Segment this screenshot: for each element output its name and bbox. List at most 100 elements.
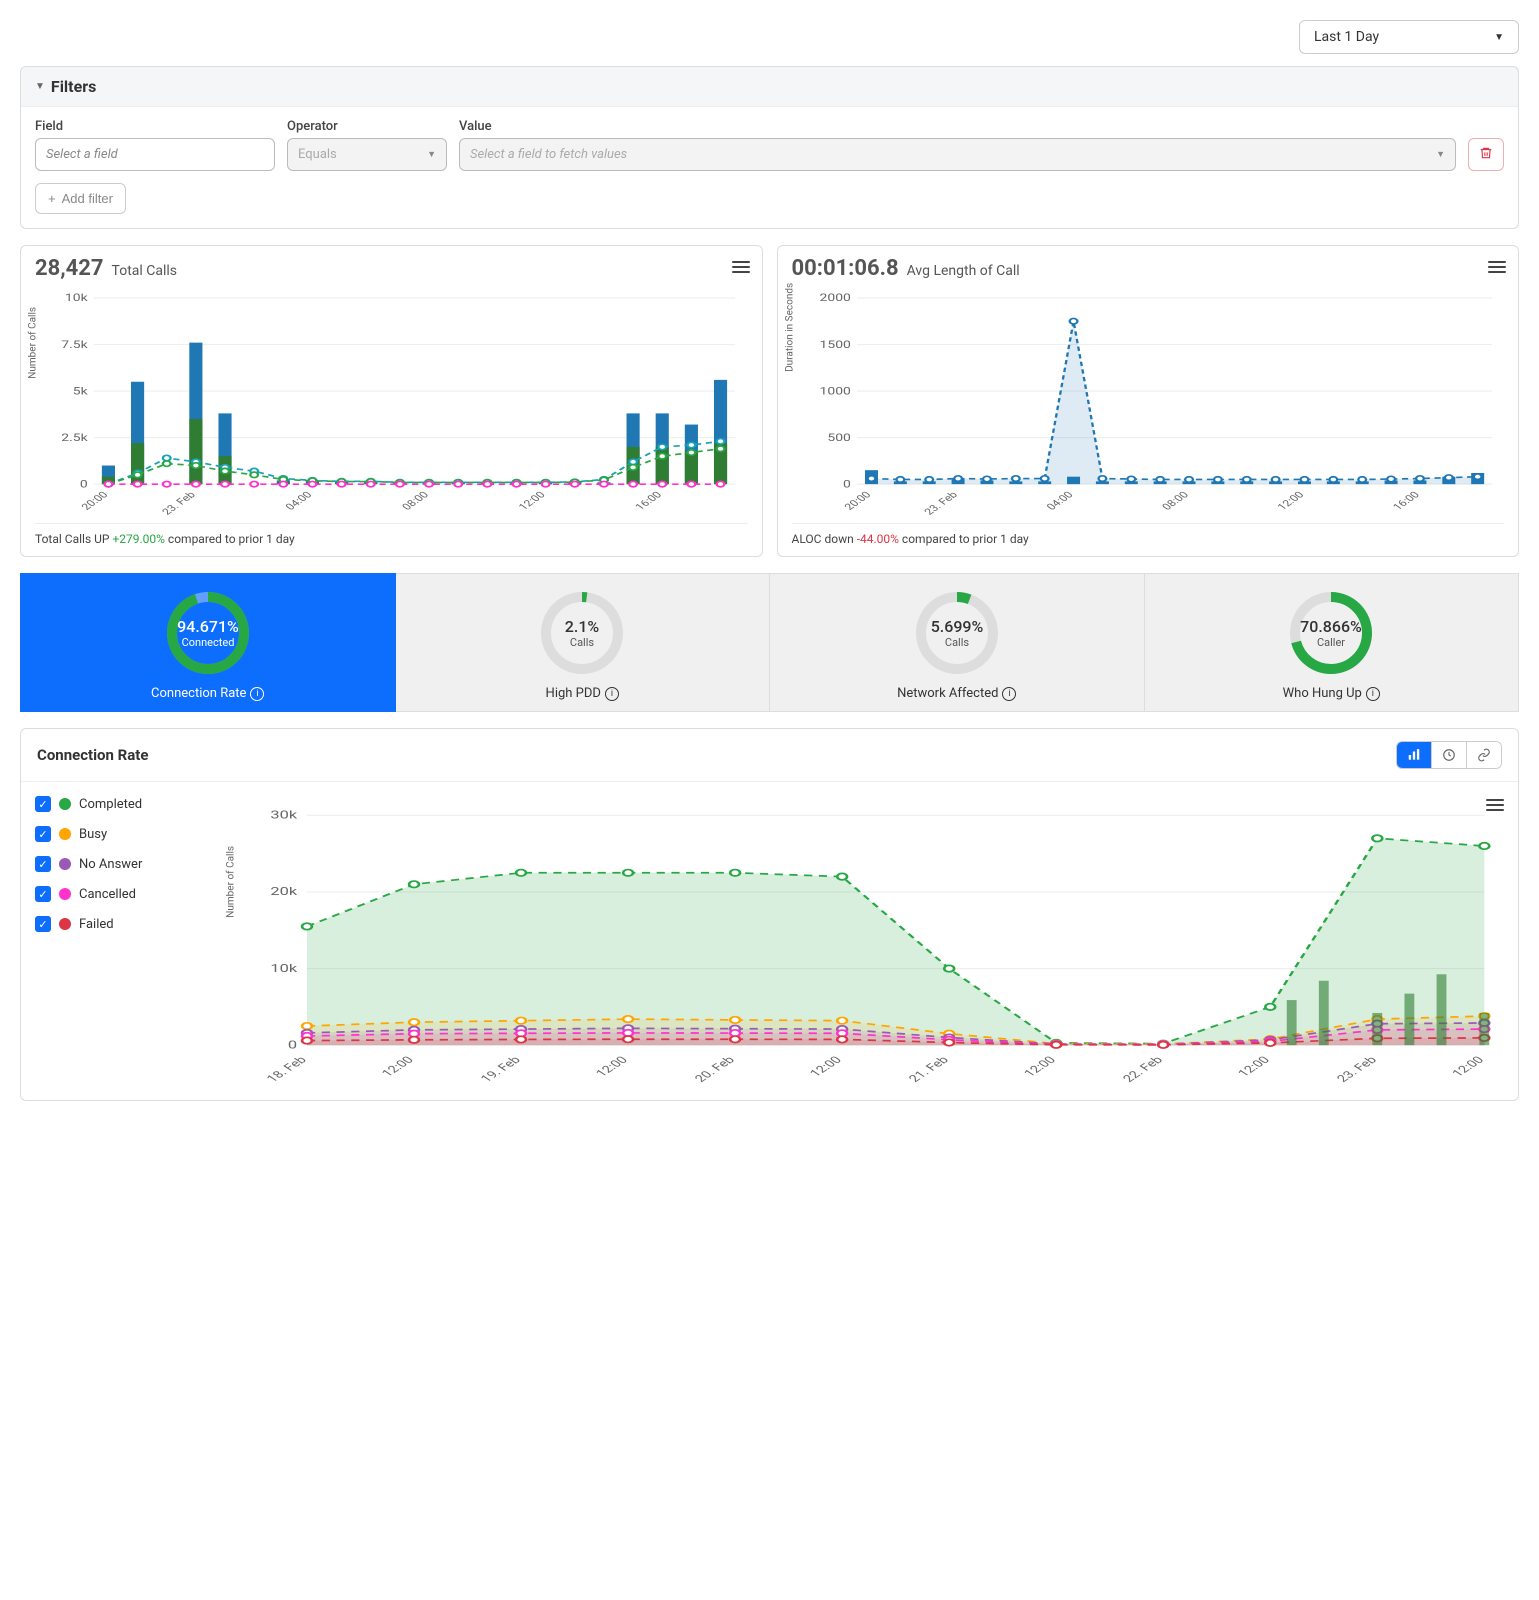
total-calls-card: 28,427 Total Calls Number of Calls 0 2.5k… (20, 245, 763, 557)
kpi-title: Connection Ratei (151, 686, 264, 701)
view-toggle (1396, 741, 1502, 769)
svg-text:Connected: Connected (181, 636, 234, 649)
svg-text:12:00: 12:00 (807, 1054, 846, 1079)
svg-text:Calls: Calls (945, 636, 969, 649)
color-dot-icon (59, 918, 71, 930)
svg-text:19. Feb: 19. Feb (478, 1054, 525, 1085)
detail-panel: Connection Rate ✓Completed ✓Busy ✓No Answe… (20, 728, 1519, 1101)
bar-chart-icon (1407, 748, 1421, 762)
color-dot-icon (59, 888, 71, 900)
svg-text:16:00: 16:00 (632, 489, 664, 512)
info-icon: i (1366, 687, 1380, 701)
svg-text:Calls: Calls (570, 636, 594, 649)
y-axis-label: Number of Calls (226, 846, 237, 918)
svg-text:16:00: 16:00 (1389, 489, 1421, 512)
field-label: Field (35, 119, 275, 134)
svg-text:23. Feb: 23. Feb (1334, 1054, 1381, 1085)
filters-title: Filters (51, 77, 96, 96)
operator-select[interactable]: Equals ▼ (287, 138, 447, 171)
aloc-label: Avg Length of Call (907, 263, 1020, 279)
trash-icon (1479, 148, 1493, 163)
legend-item-failed[interactable]: ✓Failed (35, 916, 215, 932)
svg-text:12:00: 12:00 (593, 1054, 632, 1079)
chart-menu-button[interactable] (1488, 258, 1506, 276)
svg-text:10k: 10k (270, 962, 298, 974)
detail-title: Connection Rate (37, 746, 148, 764)
y-axis-label: Duration in Seconds (784, 283, 795, 372)
chart-view-button[interactable] (1397, 742, 1431, 768)
y-axis-label: Number of Calls (28, 307, 39, 379)
svg-text:1000: 1000 (819, 385, 851, 396)
svg-text:20. Feb: 20. Feb (692, 1054, 739, 1085)
legend-item-completed[interactable]: ✓Completed (35, 796, 215, 812)
color-dot-icon (59, 798, 71, 810)
kpi-tabs: 94.671% Connected Connection Ratei 2.1% … (20, 573, 1519, 712)
checkbox-icon: ✓ (35, 796, 51, 812)
donut-icon: 94.671% Connected (163, 588, 253, 678)
chevron-down-icon: ▼ (427, 149, 436, 160)
svg-text:12:00: 12:00 (1235, 1054, 1274, 1079)
svg-text:08:00: 08:00 (1159, 489, 1191, 512)
info-icon: i (250, 687, 264, 701)
plus-icon: + (48, 191, 56, 206)
kpi-tab-who-hung-up[interactable]: 70.866% Caller Who Hung Upi (1145, 573, 1520, 712)
aloc-value: 00:01:06.8 (792, 256, 899, 281)
svg-text:30k: 30k (270, 809, 298, 821)
field-select[interactable]: Select a field (35, 138, 275, 171)
filters-toggle[interactable]: ▼ Filters (21, 67, 1518, 106)
checkbox-icon: ✓ (35, 916, 51, 932)
time-range-select[interactable]: Last 1 Day ▼ (1299, 20, 1519, 54)
color-dot-icon (59, 828, 71, 840)
svg-text:20k: 20k (270, 886, 298, 898)
color-dot-icon (59, 858, 71, 870)
value-label: Value (459, 119, 1456, 134)
svg-text:5.699%: 5.699% (930, 617, 983, 636)
kpi-title: High PDDi (546, 686, 619, 701)
gauge-view-button[interactable] (1431, 742, 1466, 768)
svg-text:12:00: 12:00 (1449, 1054, 1488, 1079)
checkbox-icon: ✓ (35, 886, 51, 902)
operator-label: Operator (287, 119, 447, 134)
chevron-down-icon: ▼ (35, 81, 45, 92)
chart-menu-button[interactable] (732, 258, 750, 276)
checkbox-icon: ✓ (35, 826, 51, 842)
clock-icon (1442, 748, 1456, 762)
svg-text:21. Feb: 21. Feb (906, 1054, 953, 1085)
total-calls-label: Total Calls (112, 263, 178, 279)
svg-text:10k: 10k (65, 292, 89, 303)
filters-panel: ▼ Filters Field Select a field Operator … (20, 66, 1519, 229)
svg-text:23. Feb: 23. Feb (159, 489, 198, 517)
svg-text:04:00: 04:00 (282, 489, 314, 512)
link-view-button[interactable] (1466, 742, 1501, 768)
kpi-tab-high-pdd[interactable]: 2.1% Calls High PDDi (396, 573, 771, 712)
svg-text:2.1%: 2.1% (565, 617, 600, 636)
svg-text:7.5k: 7.5k (61, 339, 88, 350)
info-icon: i (1002, 687, 1016, 701)
kpi-tab-network-affected[interactable]: 5.699% Calls Network Affectedi (770, 573, 1145, 712)
legend-item-busy[interactable]: ✓Busy (35, 826, 215, 842)
total-calls-footer: Total Calls UP +279.00% compared to prio… (35, 523, 748, 546)
svg-text:2.5k: 2.5k (61, 432, 88, 443)
total-calls-value: 28,427 (35, 256, 104, 281)
legend-item-no-answer[interactable]: ✓No Answer (35, 856, 215, 872)
donut-icon: 70.866% Caller (1286, 588, 1376, 678)
chevron-down-icon: ▼ (1494, 32, 1504, 43)
add-filter-button[interactable]: + Add filter (35, 183, 126, 214)
svg-text:Caller: Caller (1317, 636, 1345, 649)
chart-menu-button[interactable] (1486, 796, 1504, 814)
svg-text:23. Feb: 23. Feb (921, 489, 960, 517)
chevron-down-icon: ▼ (1436, 149, 1445, 160)
svg-text:04:00: 04:00 (1043, 489, 1075, 512)
delete-filter-button[interactable] (1468, 138, 1504, 171)
svg-text:0: 0 (80, 478, 88, 489)
kpi-title: Network Affectedi (897, 686, 1016, 701)
kpi-tab-connection-rate[interactable]: 94.671% Connected Connection Ratei (20, 573, 396, 712)
kpi-title: Who Hung Upi (1283, 686, 1380, 701)
legend-item-cancelled[interactable]: ✓Cancelled (35, 886, 215, 902)
value-select[interactable]: Select a field to fetch values ▼ (459, 138, 1456, 171)
legend: ✓Completed ✓Busy ✓No Answer ✓Cancelled ✓Fail… (35, 796, 215, 1086)
checkbox-icon: ✓ (35, 856, 51, 872)
svg-text:0: 0 (288, 1039, 297, 1051)
svg-text:2000: 2000 (819, 292, 851, 303)
svg-text:08:00: 08:00 (399, 489, 431, 512)
